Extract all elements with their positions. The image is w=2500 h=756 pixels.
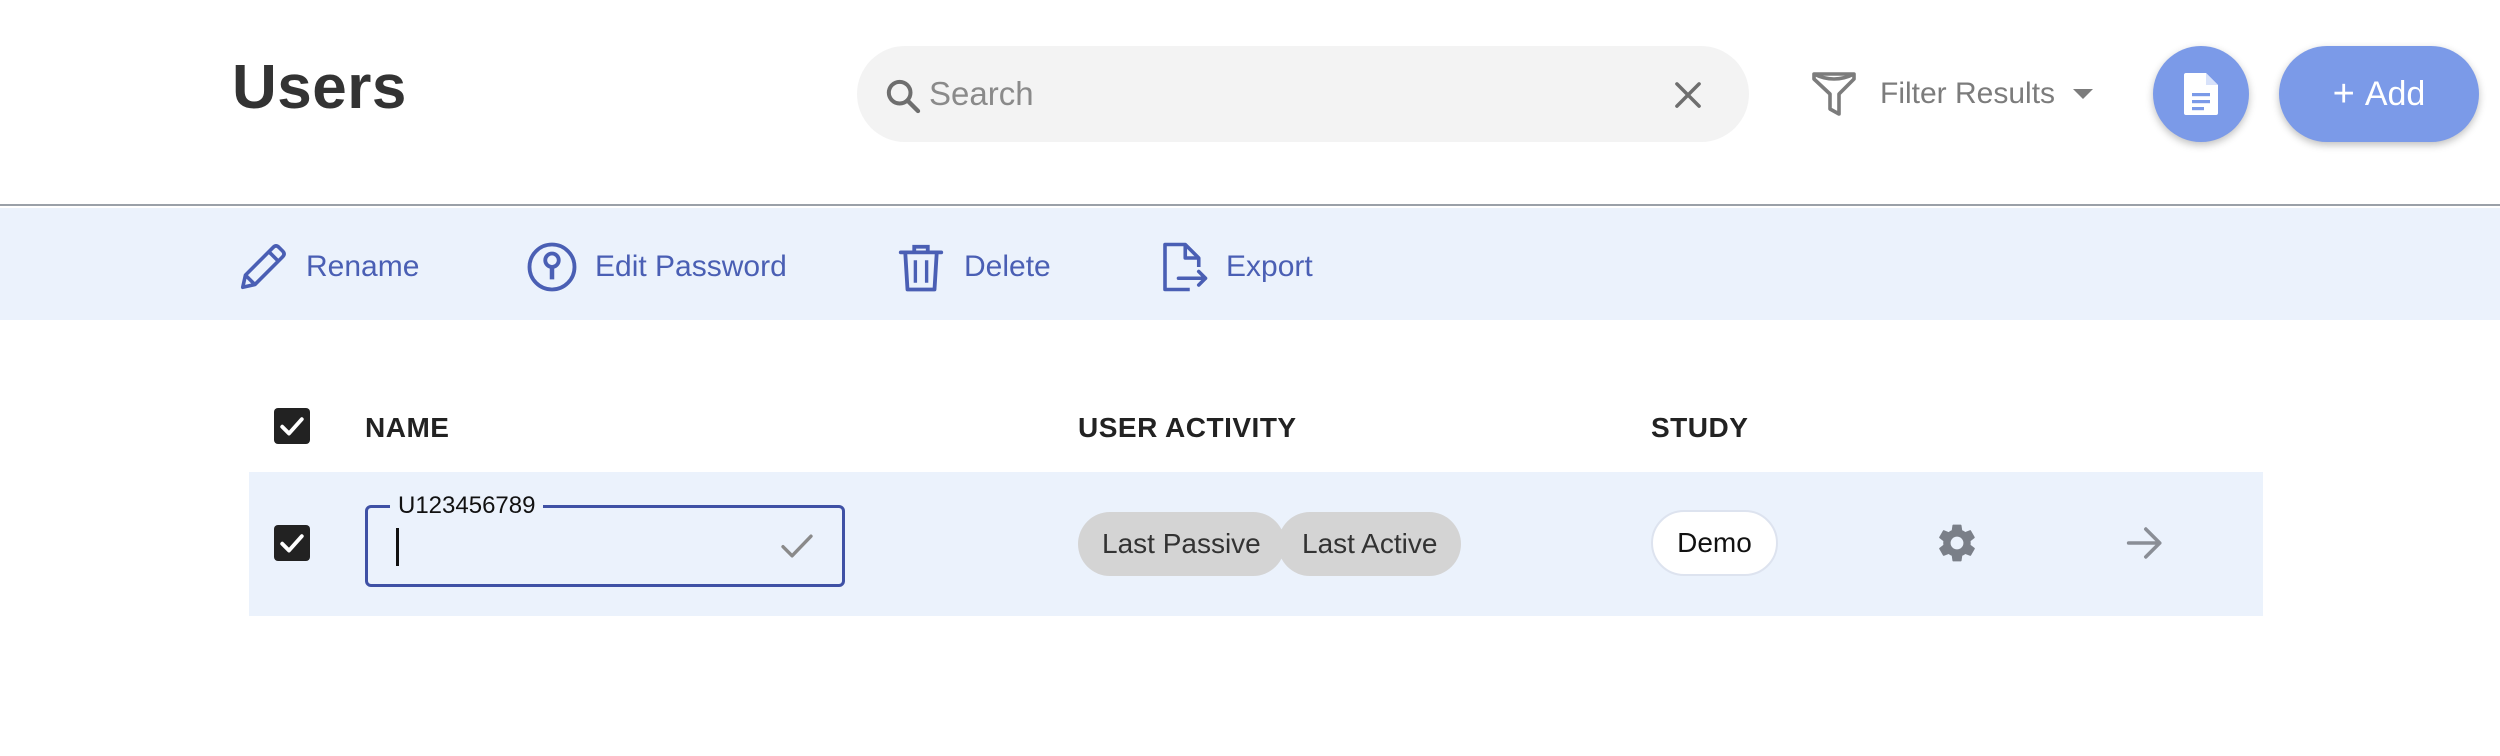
filter-results-dropdown[interactable]: Filter Results (1810, 62, 2095, 126)
report-button[interactable] (2153, 46, 2249, 142)
add-button[interactable]: + Add (2279, 46, 2479, 142)
add-button-label: Add (2364, 74, 2426, 113)
checkmark-icon (280, 417, 304, 436)
study-chip[interactable]: Demo (1651, 510, 1778, 576)
document-icon (2184, 73, 2218, 115)
rename-label: Rename (306, 250, 420, 283)
delete-button[interactable]: Delete (894, 240, 1051, 294)
column-header-name[interactable]: NAME (365, 412, 449, 444)
search-icon (886, 79, 921, 114)
keyhole-icon (527, 242, 577, 292)
edit-password-button[interactable]: Edit Password (525, 240, 787, 294)
plus-icon: + (2332, 73, 2355, 115)
checkmark-icon (280, 534, 304, 553)
export-label: Export (1226, 250, 1313, 283)
activity-chip-last-active: Last Active (1278, 512, 1462, 576)
text-cursor (396, 528, 399, 566)
edit-password-label: Edit Password (595, 250, 787, 283)
row-checkbox[interactable] (274, 525, 310, 561)
column-header-user-activity[interactable]: USER ACTIVITY (1078, 412, 1297, 444)
activity-chip-last-passive: Last Passive (1078, 512, 1285, 576)
column-header-study[interactable]: STUDY (1651, 412, 1748, 444)
rename-field-label: U123456789 (390, 492, 544, 520)
page-title: Users (232, 53, 407, 122)
delete-label: Delete (964, 250, 1051, 283)
gear-icon[interactable] (1935, 521, 1979, 565)
rename-field[interactable]: U123456789 (365, 492, 845, 587)
filter-icon (1812, 72, 1856, 116)
rename-input[interactable] (390, 528, 750, 566)
filter-results-label: Filter Results (1880, 77, 2056, 110)
search-bar[interactable] (857, 46, 1749, 142)
export-button[interactable]: Export (1156, 240, 1313, 294)
pencil-icon (240, 244, 286, 290)
app-header: Users Filter Results + A (0, 0, 2500, 206)
rename-button[interactable]: Rename (236, 240, 419, 294)
trash-icon (898, 244, 944, 292)
confirm-check-icon[interactable] (780, 532, 814, 560)
selection-toolbar: Rename Edit Password Delete Export (0, 208, 2500, 320)
search-input[interactable] (927, 68, 1627, 120)
arrow-right-icon[interactable] (2125, 525, 2165, 561)
select-all-checkbox[interactable] (274, 408, 310, 444)
chevron-down-icon (2073, 89, 2094, 99)
file-export-icon (1163, 242, 1208, 292)
close-icon[interactable] (1669, 76, 1707, 114)
